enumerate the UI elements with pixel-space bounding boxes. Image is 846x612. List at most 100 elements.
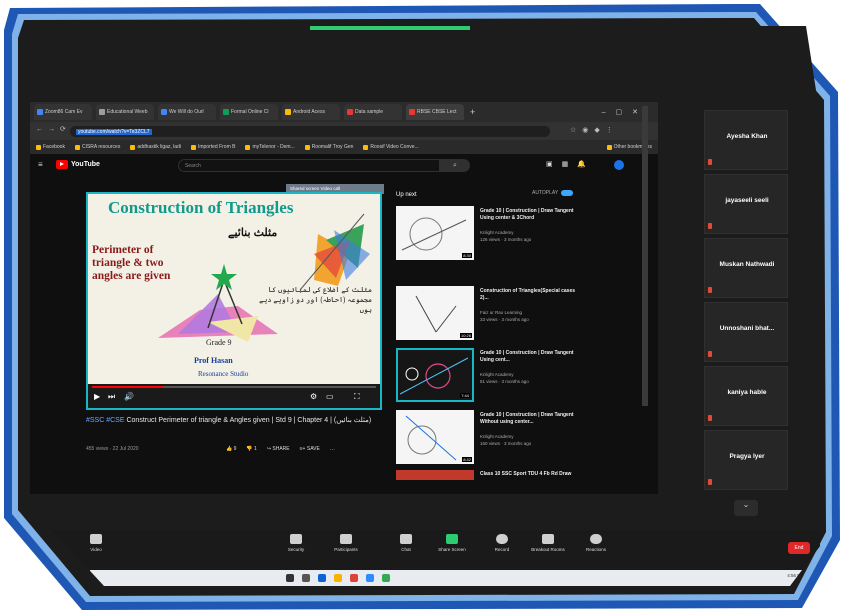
- search-input[interactable]: Search: [178, 159, 440, 172]
- bookmark-item[interactable]: myTelenor - Dem...: [245, 144, 295, 150]
- breakout-rooms-button[interactable]: Breakout Rooms: [526, 534, 570, 552]
- reactions-button[interactable]: Reactions: [574, 534, 618, 552]
- browser-tab[interactable]: We Will do Ourl: [158, 104, 216, 120]
- file-explorer-icon[interactable]: [334, 574, 342, 582]
- dislike-button[interactable]: 👎 1: [246, 446, 256, 452]
- suggested-video[interactable]: 8:42 Grade 10 | Construction | Draw Tang…: [396, 410, 616, 466]
- browser-tab-active[interactable]: RBSE CBSE Lect: [406, 104, 464, 120]
- suggested-video-active[interactable]: 7:44 Grade 10 | Construction | Draw Tang…: [396, 348, 616, 404]
- share-screen-icon: [446, 534, 458, 544]
- suggested-thumbnail[interactable]: 7:44: [396, 348, 474, 402]
- video-player[interactable]: Construction of Triangles مثلث بنائیے Pe…: [86, 192, 382, 410]
- bookmark-item[interactable]: CISRA resources: [74, 144, 120, 150]
- search-button[interactable]: ⌕: [440, 159, 470, 172]
- participants-icon: [340, 534, 352, 544]
- bookmark-item[interactable]: Roomalif Troy Gen: [304, 144, 353, 150]
- record-button[interactable]: Record: [480, 534, 524, 552]
- task-view-icon[interactable]: [302, 574, 310, 582]
- save-button[interactable]: ≡+ SAVE: [300, 446, 320, 452]
- suggested-video[interactable]: Class 10 SSC Sport TDU 4 Fb Rd Draw: [396, 470, 616, 482]
- participant-tile[interactable]: kaniya hable: [704, 366, 788, 426]
- start-icon[interactable]: [286, 574, 294, 582]
- suggested-thumbnail[interactable]: [396, 470, 474, 480]
- participant-tile[interactable]: Ayesha Khan: [704, 110, 788, 170]
- page-scrollbar[interactable]: [642, 106, 648, 406]
- suggested-title: Construction of Triangles(Special cases …: [480, 288, 576, 301]
- edge-icon[interactable]: [318, 574, 326, 582]
- suggested-thumbnail[interactable]: 8:42: [396, 410, 474, 464]
- menu-icon[interactable]: ≡: [38, 160, 43, 169]
- miniplayer-icon[interactable]: ▭: [326, 392, 334, 401]
- chevron-down-icon[interactable]: ⌄: [734, 500, 758, 516]
- video-actions: 👍 9 👎 1 ↪ SHARE ≡+ SAVE …: [226, 446, 335, 452]
- tab-favicon-icon: [347, 109, 353, 115]
- youtube-header: ≡ YouTube Search ⌕ ▣▦🔔: [30, 154, 658, 176]
- end-meeting-button[interactable]: End: [788, 542, 810, 554]
- security-button[interactable]: Security: [274, 534, 318, 552]
- participants-button[interactable]: Participants: [324, 534, 368, 552]
- thumbnail-urdu-title: مثلث بنائیے: [228, 227, 278, 239]
- header-action-icons[interactable]: ▣▦🔔: [546, 160, 595, 168]
- share-screen-button[interactable]: Share Screen: [430, 534, 474, 552]
- suggested-thumbnail[interactable]: 8:30: [396, 206, 474, 260]
- suggested-video[interactable]: 10:26 Construction of Triangles(Special …: [396, 286, 616, 342]
- video-hashtags[interactable]: #SSC #CSE: [86, 417, 125, 424]
- more-icon[interactable]: …: [330, 446, 335, 452]
- zoom-toolbar: Video Security Participants Chat Share S…: [30, 530, 820, 570]
- suggested-thumbnail[interactable]: 10:26: [396, 286, 474, 340]
- suggested-views: 33 views · 3 months ago: [480, 317, 529, 322]
- bookmark-icon: [245, 144, 251, 150]
- browser-tab[interactable]: Formal Online Cl: [220, 104, 278, 120]
- browser-tab[interactable]: Educational Weeb: [96, 104, 154, 120]
- participant-tile[interactable]: Unnoshani bhat...: [704, 302, 788, 362]
- app-icon[interactable]: [382, 574, 390, 582]
- bookmark-icon: [36, 144, 41, 150]
- zoom-app-icon[interactable]: [366, 574, 374, 582]
- new-tab-button[interactable]: +: [470, 107, 475, 117]
- chrome-icon[interactable]: [350, 574, 358, 582]
- chat-icon: [400, 534, 412, 544]
- video-duration: 8:42: [462, 457, 472, 462]
- bookmark-item[interactable]: Imported From B: [190, 144, 235, 150]
- thumbnail-urdu-body: مثلث کے اضلاع کی لمبائیوں کا مجموعہ (احا…: [259, 287, 372, 314]
- bookmark-icon: [304, 144, 310, 150]
- settings-icon[interactable]: ⚙: [310, 392, 317, 401]
- bookmark-item[interactable]: Facebook: [36, 144, 65, 150]
- chat-button[interactable]: Chat: [384, 534, 428, 552]
- extension-icons[interactable]: ☆◉◆⋮: [570, 126, 619, 134]
- fullscreen-icon[interactable]: ⛶: [354, 392, 360, 402]
- like-button[interactable]: 👍 9: [226, 446, 236, 452]
- folder-icon: [606, 144, 612, 150]
- next-icon[interactable]: ⏭: [108, 392, 115, 402]
- player-controls: ▶ ⏭ 🔊 ⚙ ▭ ⛶: [88, 384, 380, 408]
- nav-buttons[interactable]: ←→⟳: [36, 125, 71, 133]
- share-button[interactable]: ↪ SHARE: [267, 446, 290, 452]
- avatar[interactable]: [614, 160, 624, 170]
- thumbnail-grade: Grade 9: [206, 338, 232, 347]
- video-title[interactable]: #SSC #CSE Construct Perimeter of triangl…: [86, 416, 386, 426]
- participant-tile[interactable]: Pragya Iyer: [704, 430, 788, 490]
- video-duration: 8:30: [462, 253, 472, 258]
- progress-bar[interactable]: [92, 386, 376, 388]
- bookmark-item[interactable]: Roosif Video Conve...: [363, 144, 419, 150]
- url-field[interactable]: youtube.com/watch?v=Te3ZCL7: [70, 126, 550, 137]
- youtube-logo[interactable]: YouTube: [56, 160, 100, 169]
- suggested-channel: Knlight Academy: [480, 230, 514, 235]
- autoplay-toggle[interactable]: AUTOPLAY: [532, 190, 574, 196]
- participant-tile[interactable]: Muskan Nathwadi: [704, 238, 788, 298]
- suggested-title: Class 10 SSC Sport TDU 4 Fb Rd Draw: [480, 471, 572, 477]
- bookmarks-bar: Facebook CISRA resources addhastik ligaz…: [30, 140, 658, 154]
- browser-tab[interactable]: Android Acess: [282, 104, 340, 120]
- play-icon[interactable]: ▶: [94, 392, 100, 401]
- browser-tab[interactable]: Zoom86 Cam Ev: [34, 104, 92, 120]
- search-icon: ⌕: [453, 162, 457, 169]
- volume-icon[interactable]: 🔊: [124, 392, 134, 401]
- browser-tab[interactable]: Data sample: [344, 104, 402, 120]
- suggested-views: 81 views · 3 months ago: [480, 379, 529, 384]
- bookmark-item[interactable]: addhastik ligaz, ladi: [130, 144, 181, 150]
- participant-tile[interactable]: jayaseeli seeli: [704, 174, 788, 234]
- video-button[interactable]: Video: [74, 534, 118, 552]
- smile-icon: [590, 534, 602, 544]
- video-frame: Construction of Triangles مثلث بنائیے Pe…: [88, 194, 380, 384]
- suggested-video[interactable]: 8:30 Grade 10 | Construction | Draw Tang…: [396, 206, 616, 262]
